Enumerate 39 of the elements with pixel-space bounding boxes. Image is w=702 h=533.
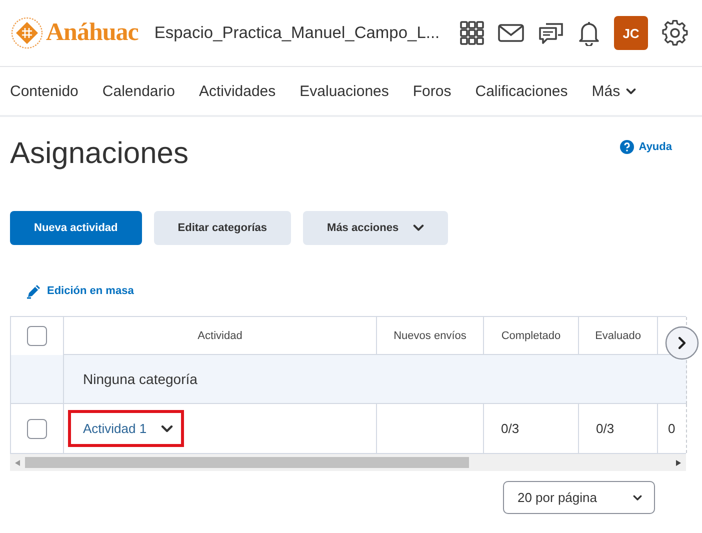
checkbox[interactable] bbox=[27, 326, 47, 346]
course-title[interactable]: Espacio_Practica_Manuel_Campo_L... bbox=[154, 24, 440, 42]
bell-icon[interactable] bbox=[578, 20, 600, 46]
checkbox[interactable] bbox=[27, 418, 47, 438]
chevron-down-icon bbox=[633, 494, 642, 502]
action-button[interactable]: Nueva actividad bbox=[10, 211, 142, 245]
nav-link[interactable]: Calificaciones bbox=[475, 82, 568, 100]
help-link[interactable]: Ayuda bbox=[620, 140, 672, 154]
table-cell: 0/3 bbox=[501, 421, 520, 436]
chevron-down-icon bbox=[412, 224, 424, 232]
chevron-down-icon[interactable] bbox=[160, 424, 173, 432]
grid-icon[interactable] bbox=[460, 21, 484, 45]
chevron-down-icon bbox=[626, 88, 636, 94]
nav-link[interactable]: Calendario bbox=[102, 82, 175, 100]
chat-icon[interactable] bbox=[538, 20, 564, 46]
nav-link[interactable]: Actividades bbox=[198, 82, 276, 100]
table-cell: 0/3 bbox=[596, 421, 614, 436]
nav-link[interactable]: Más bbox=[592, 82, 636, 100]
nav-link[interactable]: Contenido bbox=[10, 82, 78, 100]
action-button[interactable]: Editar categorías bbox=[154, 211, 292, 245]
nav-link[interactable]: Foros bbox=[412, 82, 452, 100]
settings-icon[interactable] bbox=[662, 20, 688, 46]
page-title: Asignaciones bbox=[10, 137, 188, 171]
help-icon bbox=[620, 140, 634, 154]
pencil-icon bbox=[26, 283, 42, 299]
category-label: Ninguna categoría bbox=[64, 355, 687, 404]
nav-link[interactable]: Evaluaciones bbox=[300, 82, 389, 100]
table-cell: 0 bbox=[668, 421, 676, 436]
scroll-right-icon[interactable] bbox=[676, 460, 681, 466]
action-button[interactable]: Más acciones bbox=[303, 211, 448, 245]
mail-icon[interactable] bbox=[498, 24, 524, 42]
activity-link[interactable]: Actividad 1 bbox=[83, 421, 147, 436]
user-avatar[interactable]: JC bbox=[614, 16, 648, 50]
scroll-right-button[interactable] bbox=[665, 326, 699, 360]
crest-icon bbox=[10, 16, 44, 50]
per-page-select[interactable]: 20 por página bbox=[503, 481, 655, 514]
horizontal-scrollbar[interactable] bbox=[10, 454, 686, 471]
logo-text: Anáhuac bbox=[46, 19, 138, 47]
bulk-edit-link[interactable]: Edición en masa bbox=[26, 283, 702, 299]
